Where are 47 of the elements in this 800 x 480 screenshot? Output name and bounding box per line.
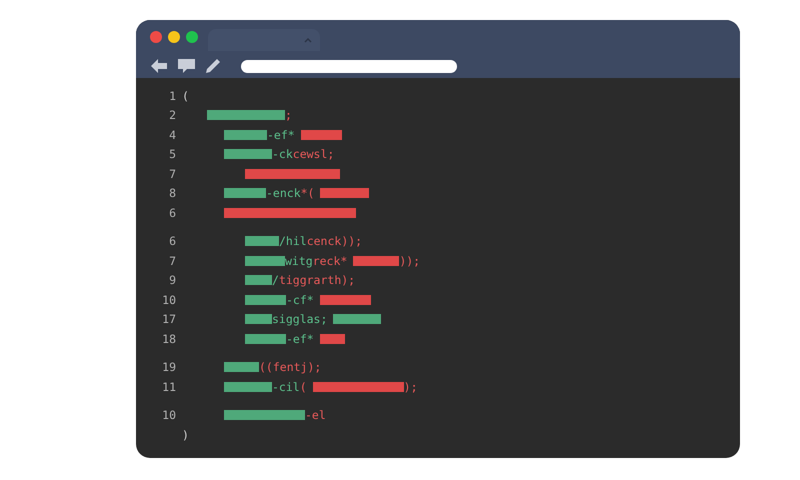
line-number: 19 [161,360,176,374]
caret-icon [304,37,312,43]
code-text: /hil [279,234,307,248]
line-number: 4 [168,128,176,142]
code-text: reck* [312,254,348,268]
line-number: 17 [161,312,176,326]
line-number: 5 [168,147,176,162]
code-text: -ck [272,147,293,162]
code-text: ((fentj); [259,360,322,374]
code-text: )); [399,254,420,268]
code-text: -cf* [286,292,314,307]
line-number: 11 [161,380,176,394]
line-number: 6 [168,206,176,220]
line-number: 8 [168,186,176,200]
comment-icon[interactable] [178,58,195,74]
line-number: 18 [161,332,176,346]
code-text: *( [300,186,314,200]
line-number: 1 [168,88,176,103]
code-text: -ef* [286,332,314,346]
minimize-dot-icon[interactable] [168,31,180,43]
code-text: ); [404,380,418,394]
line-number: 2 [168,108,176,122]
maximize-dot-icon[interactable] [186,31,198,43]
code-text: cenck)); [306,234,362,248]
code-text: ( [182,88,189,103]
code-text: tiggrarth); [278,273,356,288]
line-number: 9 [168,273,176,288]
code-text: witg [285,254,313,268]
line-number: 6 [168,234,176,248]
code-text: -ef* [267,128,295,142]
address-bar[interactable] [241,60,457,72]
code-text: / [272,273,279,288]
code-text: ) [182,428,189,442]
code-text: sigglas; [272,312,328,326]
close-dot-icon[interactable] [150,31,162,43]
line-number: 10 [161,292,176,307]
code-text: ; [285,108,292,122]
code-text: -enck [266,186,301,200]
back-arrow-icon[interactable] [150,58,168,74]
line-number: 10 [161,408,176,422]
line-number: 7 [168,166,176,181]
pencil-icon[interactable] [205,58,221,74]
code-text: cewsl; [292,147,334,162]
code-text: -cil [272,380,300,394]
line-number: 7 [168,254,176,268]
code-text: ( [300,380,307,394]
code-text: -el [305,408,326,422]
